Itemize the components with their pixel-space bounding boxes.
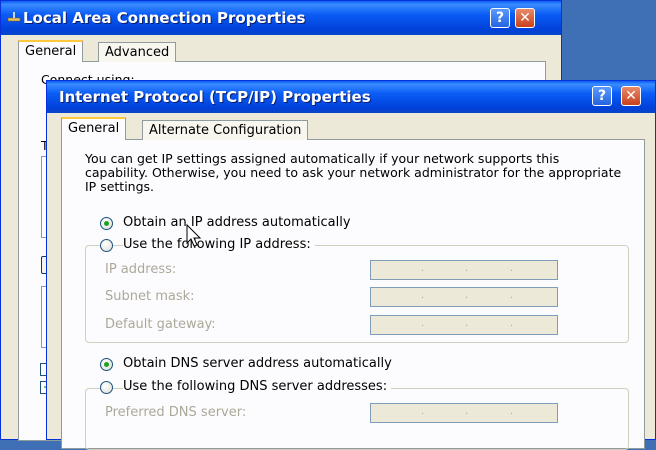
close-button[interactable]: ✕	[515, 8, 535, 28]
mouse-pointer-icon	[186, 224, 202, 247]
ip-address-field[interactable]: ...	[370, 260, 558, 280]
preferred-dns-field[interactable]: ...	[370, 403, 558, 423]
use-following-ip-label[interactable]: Use the following IP address:	[123, 237, 315, 252]
title-bar[interactable]: Local Area Connection Properties ? ✕	[1, 1, 561, 35]
help-icon: ?	[495, 10, 505, 26]
help-icon: ?	[597, 88, 607, 104]
network-icon	[7, 12, 21, 22]
obtain-dns-auto-label[interactable]: Obtain DNS server address automatically	[123, 356, 392, 371]
tcpip-properties-window: Internet Protocol (TCP/IP) Properties ? …	[46, 80, 656, 450]
description-text: You can get IP settings assigned automat…	[85, 151, 622, 194]
tab-advanced[interactable]: Advanced	[98, 42, 177, 62]
default-gateway-label: Default gateway:	[105, 317, 216, 332]
ip-address-label: IP address:	[105, 262, 177, 277]
close-icon: ✕	[625, 88, 637, 104]
close-button[interactable]: ✕	[621, 86, 641, 106]
tab-general[interactable]: General	[18, 40, 84, 62]
title-bar[interactable]: Internet Protocol (TCP/IP) Properties ? …	[47, 81, 655, 113]
window-title: Local Area Connection Properties	[23, 9, 306, 27]
close-icon: ✕	[519, 10, 531, 26]
window-title: Internet Protocol (TCP/IP) Properties	[59, 88, 371, 106]
obtain-dns-auto-radio[interactable]	[100, 358, 113, 371]
use-following-dns-label[interactable]: Use the following DNS server addresses:	[123, 379, 392, 394]
tab-general[interactable]: General	[61, 117, 127, 140]
help-button[interactable]: ?	[490, 8, 510, 28]
obtain-ip-auto-radio[interactable]	[100, 217, 113, 230]
subnet-mask-field[interactable]: ...	[370, 287, 558, 307]
use-following-dns-radio[interactable]	[100, 381, 113, 394]
default-gateway-field[interactable]: ...	[370, 315, 558, 335]
use-following-ip-radio[interactable]	[100, 239, 113, 252]
help-button[interactable]: ?	[592, 86, 612, 106]
preferred-dns-label: Preferred DNS server:	[105, 405, 247, 420]
tab-alternate-configuration[interactable]: Alternate Configuration	[142, 120, 309, 140]
subnet-mask-label: Subnet mask:	[105, 289, 195, 304]
obtain-ip-auto-label[interactable]: Obtain an IP address automatically	[123, 215, 351, 230]
